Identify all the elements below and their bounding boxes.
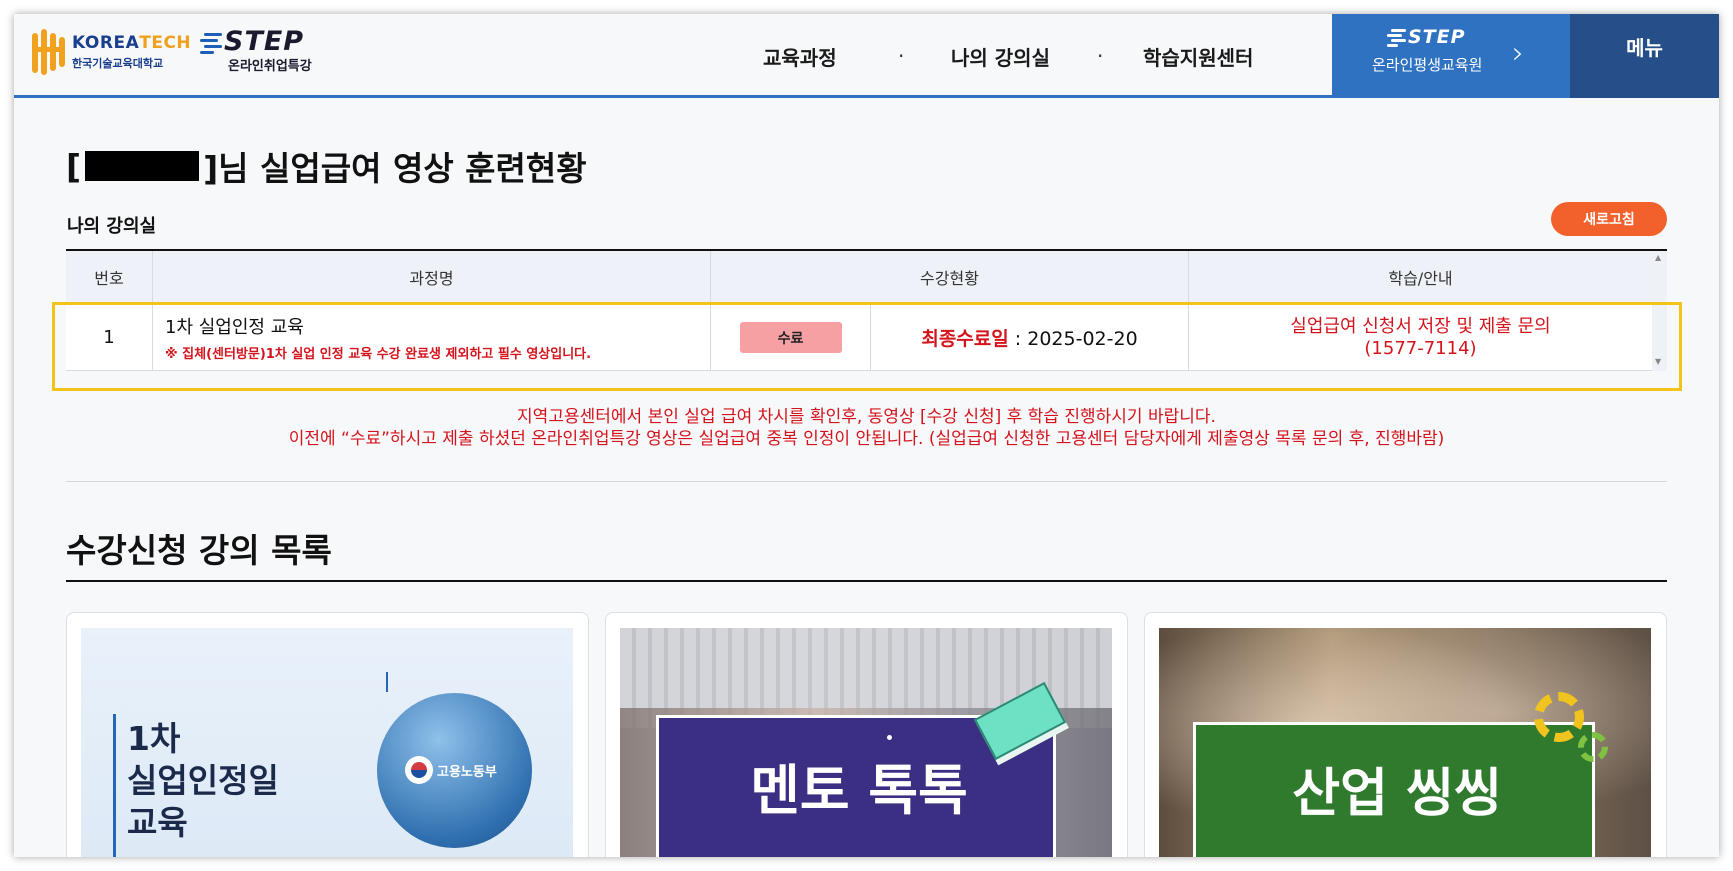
divider (66, 481, 1667, 482)
notice-text: 지역고용센터에서 본인 실업 급여 차시를 확인후, 동영상 [수강 신청] 후… (288, 407, 1445, 449)
step-logo-sub: 온라인취업특강 (228, 59, 312, 74)
step-logo[interactable]: STEP 온라인취업특강 (198, 26, 312, 74)
gear-icon (1578, 732, 1608, 762)
course-thumbnail: 산업 씽씽 (1159, 628, 1651, 857)
nav-item-courses[interactable]: 교육과정 (763, 14, 837, 98)
koreatech-en: KOREATECH (72, 33, 192, 53)
browser-viewport: KOREATECH 한국기술교육대학교 STEP 온라인취업특강 교육과정 · … (14, 14, 1719, 857)
redacted-username (85, 151, 200, 181)
course-list-title: 수강신청 강의 목록 (66, 531, 332, 570)
col-header-guide: 학습/안내 (1388, 269, 1453, 288)
gear-icon (1534, 692, 1584, 742)
koreatech-mark-icon (30, 29, 66, 75)
col-header-course: 과정명 (153, 251, 711, 303)
course-card-3[interactable]: 산업 씽씽 (1144, 612, 1667, 857)
scroll-up-icon[interactable]: ▲ (1655, 253, 1661, 262)
nav-separator: · (898, 44, 905, 68)
nav-item-my-classroom[interactable]: 나의 강의실 (951, 14, 1050, 98)
highlight-box (52, 302, 1682, 391)
divider (66, 580, 1667, 582)
page-title: []님 실업급여 영상 훈련현황 (66, 146, 587, 189)
koreatech-ko: 한국기술교육대학교 (72, 57, 164, 70)
table-header: 번호 과정명 수강현황 학습/안내 (66, 251, 1652, 303)
refresh-button[interactable]: 새로고침 (1551, 202, 1667, 236)
section-label: 나의 강의실 (67, 216, 157, 237)
koreatech-logo[interactable]: KOREATECH 한국기술교육대학교 (30, 26, 191, 78)
step-lifelong-link-button[interactable]: STEP 온라인평생교육원 › (1332, 14, 1570, 98)
course-thumbnail: 멘토 톡톡 (620, 628, 1112, 857)
chevron-right-icon: › (1512, 36, 1524, 71)
thumb-text: 1차 실업인정일 교육 (127, 719, 279, 842)
ministry-emblem-icon (405, 756, 433, 784)
course-card-1[interactable]: 1차 실업인정일 교육 고용노동부 (66, 612, 589, 857)
menu-button[interactable]: 메뉴 (1570, 14, 1719, 98)
col-header-status: 수강현황 (711, 251, 1189, 303)
step-logo-word: STEP (224, 26, 305, 57)
course-thumbnail: 1차 실업인정일 교육 고용노동부 (81, 628, 573, 857)
course-card-2[interactable]: 멘토 톡톡 (605, 612, 1128, 857)
nav-item-learning-support[interactable]: 학습지원센터 (1143, 14, 1253, 98)
col-header-no: 번호 (66, 251, 153, 303)
step-lines-icon (198, 29, 224, 55)
nav-separator: · (1097, 44, 1104, 68)
thumb-text: 산업 씽씽 (1292, 764, 1502, 824)
site-header: KOREATECH 한국기술교육대학교 STEP 온라인취업특강 교육과정 · … (14, 14, 1719, 98)
step-lines-icon (1386, 26, 1408, 48)
